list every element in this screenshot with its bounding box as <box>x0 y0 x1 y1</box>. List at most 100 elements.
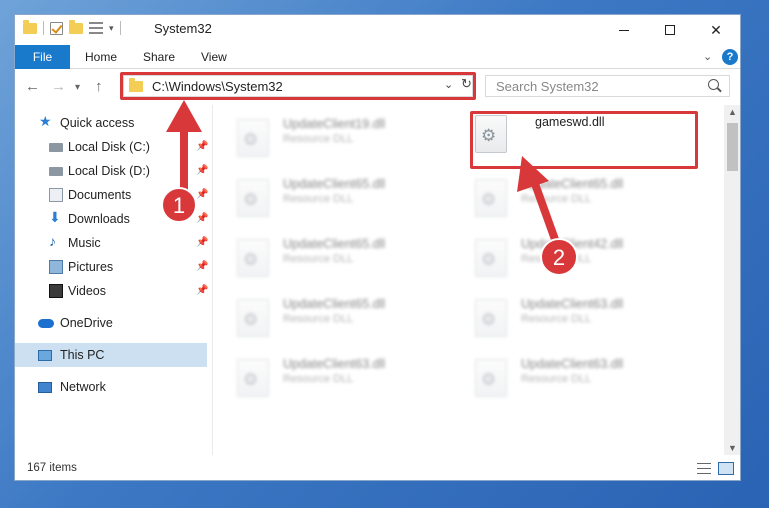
properties-check-icon[interactable] <box>50 21 63 35</box>
minimize-button[interactable] <box>601 15 647 45</box>
file-type: Resource DLL <box>521 253 592 265</box>
tab-share[interactable]: Share <box>129 45 189 69</box>
toolbar-dropdown-icon[interactable]: ▾ <box>109 23 114 34</box>
expand-ribbon-chevron-icon[interactable]: ⌄ <box>703 50 712 63</box>
sidebar-item-local-disk-c[interactable]: Local Disk (C:) 📌 <box>15 135 208 159</box>
pane-divider <box>212 105 213 455</box>
up-arrow-icon[interactable]: ↑ <box>95 78 103 95</box>
list-item[interactable]: UpdateClient42.dll Resource DLL <box>453 229 673 285</box>
file-name: UpdateClient42.dll <box>521 237 624 251</box>
file-type: Resource DLL <box>283 133 354 145</box>
list-item[interactable]: UpdateClient65.dll Resource DLL <box>215 229 435 285</box>
sidebar-item-label: Network <box>60 380 106 394</box>
tab-file[interactable]: File <box>15 45 70 69</box>
window-title: System32 <box>154 21 212 36</box>
file-name: UpdateClient65.dll <box>283 297 386 311</box>
search-icon[interactable] <box>708 79 719 90</box>
tab-view[interactable]: View <box>187 45 241 69</box>
large-icons-view-icon[interactable] <box>718 462 734 475</box>
pin-icon[interactable]: 📌 <box>196 285 208 296</box>
navigation-bar: ← → ▾ ↑ C:\Windows\System32 ⌄ ↻ Search S… <box>15 69 740 105</box>
sidebar-item-label: Videos <box>68 284 106 298</box>
close-button[interactable]: ✕ <box>693 15 739 45</box>
cloud-icon <box>38 319 54 328</box>
maximize-button[interactable] <box>647 15 693 45</box>
pin-icon[interactable]: 📌 <box>196 213 208 224</box>
dll-file-icon <box>237 299 269 337</box>
file-name: UpdateClient65.dll <box>283 177 386 191</box>
sidebar-item-label: OneDrive <box>60 316 113 330</box>
dll-file-icon <box>237 359 269 397</box>
pin-icon[interactable]: 📌 <box>196 261 208 272</box>
sidebar-item-label: Music <box>68 236 101 250</box>
list-item[interactable]: UpdateClient65.dll Resource DLL <box>215 289 435 345</box>
list-item[interactable]: UpdateClient63.dll Resource DLL <box>215 349 435 405</box>
dll-file-icon <box>475 239 507 277</box>
pin-icon[interactable]: 📌 <box>196 165 208 176</box>
maximize-icon <box>665 25 675 35</box>
list-item[interactable]: UpdateClient19.dll Resource DLL <box>215 109 435 165</box>
new-folder-icon[interactable] <box>69 19 83 34</box>
sidebar-item-pictures[interactable]: Pictures 📌 <box>15 255 208 279</box>
close-icon: ✕ <box>710 21 722 38</box>
file-name: UpdateClient65.dll <box>283 237 386 251</box>
sidebar-item-quick-access[interactable]: ★ Quick access <box>15 111 207 135</box>
pin-icon[interactable]: 📌 <box>196 189 208 200</box>
sidebar-item-label: Documents <box>68 188 132 202</box>
dll-file-icon <box>475 299 507 337</box>
sidebar-item-downloads[interactable]: ⬇ Downloads 📌 <box>15 207 208 231</box>
sidebar-item-music[interactable]: ♪ Music 📌 <box>15 231 208 255</box>
star-icon: ★ <box>39 113 52 129</box>
vertical-scrollbar[interactable]: ▲ ▼ <box>724 105 740 455</box>
sidebar-item-videos[interactable]: Videos 📌 <box>15 279 208 303</box>
file-name: UpdateClient63.dll <box>283 357 386 371</box>
list-item[interactable]: UpdateClient65.dll Resource DLL <box>453 169 673 225</box>
scrollbar-thumb[interactable] <box>727 123 738 171</box>
scroll-up-icon[interactable]: ▲ <box>728 107 737 117</box>
folder-icon <box>23 19 37 34</box>
file-name: UpdateClient19.dll <box>283 117 386 131</box>
dll-file-icon <box>475 179 507 217</box>
documents-icon <box>49 188 63 202</box>
sidebar-item-documents[interactable]: Documents 📌 <box>15 183 208 207</box>
file-name: UpdateClient65.dll <box>521 177 624 191</box>
file-type: Resource DLL <box>283 313 354 325</box>
help-icon[interactable]: ? <box>722 49 738 65</box>
sidebar-item-network[interactable]: Network <box>15 375 207 399</box>
sidebar-item-onedrive[interactable]: OneDrive <box>15 311 207 335</box>
file-type: Resource DLL <box>521 313 592 325</box>
dll-file-icon <box>475 359 507 397</box>
pictures-icon <box>49 260 63 274</box>
title-bar: ▾ System32 ✕ <box>15 15 740 45</box>
file-type: Resource DLL <box>521 373 592 385</box>
pin-icon[interactable]: 📌 <box>196 237 208 248</box>
pin-icon[interactable]: 📌 <box>196 141 208 152</box>
music-icon: ♪ <box>49 233 56 249</box>
recent-locations-chevron-icon[interactable]: ▾ <box>75 82 80 93</box>
videos-icon <box>49 284 63 298</box>
tab-home[interactable]: Home <box>71 45 131 69</box>
list-item[interactable]: UpdateClient65.dll Resource DLL <box>215 169 435 225</box>
scroll-down-icon[interactable]: ▼ <box>728 443 737 453</box>
file-type: Resource DLL <box>283 373 354 385</box>
details-view-icon[interactable] <box>697 463 711 474</box>
sidebar-item-label: Downloads <box>68 212 130 226</box>
search-input[interactable]: Search System32 <box>485 75 730 97</box>
dll-file-icon <box>237 239 269 277</box>
sidebar-item-label: Quick access <box>60 116 135 130</box>
address-highlight-box <box>120 72 476 100</box>
sidebar-item-local-disk-d[interactable]: Local Disk (D:) 📌 <box>15 159 208 183</box>
toolbar-divider <box>43 21 44 35</box>
disk-icon <box>49 143 63 152</box>
disk-icon <box>49 167 63 176</box>
file-name: UpdateClient63.dll <box>521 297 624 311</box>
forward-arrow-icon[interactable]: → <box>51 78 66 95</box>
back-arrow-icon[interactable]: ← <box>25 78 40 95</box>
list-item[interactable]: UpdateClient63.dll Resource DLL <box>453 289 673 345</box>
sidebar-item-label: This PC <box>60 348 105 362</box>
customize-toolbar-icon[interactable] <box>89 22 103 34</box>
sidebar-item-this-pc[interactable]: This PC <box>15 343 207 367</box>
sidebar-item-label: Local Disk (D:) <box>68 164 150 178</box>
list-item[interactable]: UpdateClient63.dll Resource DLL <box>453 349 673 405</box>
dll-file-icon <box>237 119 269 157</box>
